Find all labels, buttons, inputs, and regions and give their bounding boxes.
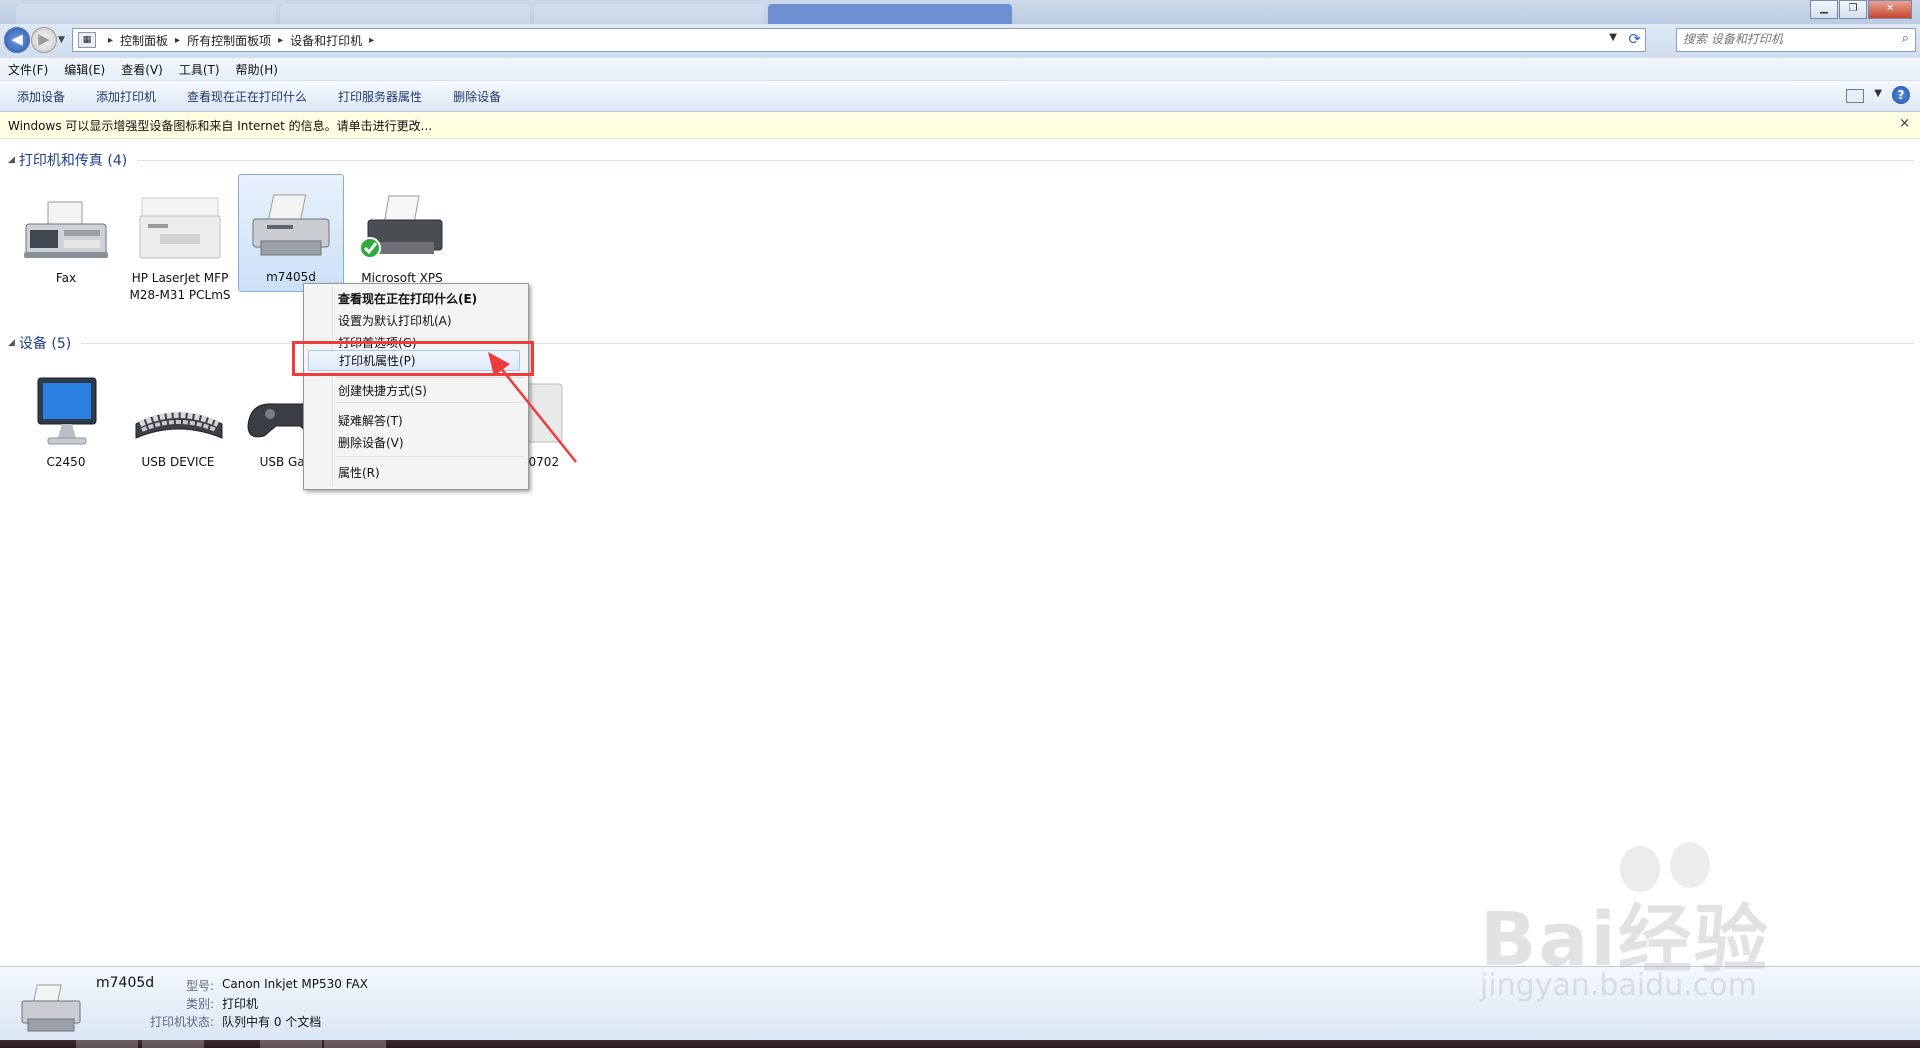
command-bar: 添加设备 添加打印机 查看现在正在打印什么 打印服务器属性 删除设备 ▼ ? — [0, 81, 1920, 112]
taskbar — [0, 1040, 1920, 1048]
watermark-paw-icon — [1670, 842, 1710, 888]
printer-icon — [132, 190, 228, 270]
details-category-label: 类别: — [185, 997, 214, 1011]
remove-device-button[interactable]: 删除设备 — [436, 88, 515, 105]
background-tab[interactable] — [534, 4, 764, 24]
breadcrumb-all-items[interactable]: 所有控制面板项 — [187, 32, 271, 49]
details-category-value: 打印机 — [222, 997, 259, 1011]
menu-bar: 文件(F) 编辑(E) 查看(V) 工具(T) 帮助(H) — [0, 58, 1920, 81]
menu-tools[interactable]: 工具(T) — [171, 61, 228, 78]
back-button[interactable]: ◀ — [4, 27, 30, 53]
details-model-value: Canon Inkjet MP530 FAX — [222, 977, 368, 991]
info-bar[interactable]: Windows 可以显示增强型设备图标和来自 Internet 的信息。请单击进… — [0, 112, 1920, 139]
add-device-button[interactable]: 添加设备 — [0, 88, 79, 105]
taskbar-button[interactable] — [324, 1040, 386, 1048]
taskbar-button[interactable] — [76, 1040, 138, 1048]
menu-item-troubleshoot[interactable]: 疑难解答(T) — [338, 412, 403, 429]
menu-item-properties[interactable]: 属性(R) — [338, 464, 380, 481]
menu-edit[interactable]: 编辑(E) — [56, 61, 113, 78]
details-status-label: 打印机状态: — [149, 1015, 214, 1029]
chevron-right-icon[interactable]: ▸ — [369, 35, 374, 46]
device-hp-laserjet[interactable]: HP LaserJet MFP M28-M31 PCLmS — [128, 190, 232, 304]
taskbar-button[interactable] — [260, 1040, 322, 1048]
group-title-devices: 设备 (5) — [18, 336, 72, 352]
chevron-right-icon[interactable]: ▸ — [108, 35, 113, 46]
chevron-right-icon[interactable]: ▸ — [175, 35, 180, 46]
printer-icon — [16, 981, 86, 1040]
menu-help[interactable]: 帮助(H) — [228, 61, 286, 78]
print-server-properties-button[interactable]: 打印服务器属性 — [321, 88, 436, 105]
details-pane: m7405d 型号: Canon Inkjet MP530 FAX 类别: 打印… — [0, 966, 1920, 1041]
browser-tab-strip: ▁ ❐ ✕ — [0, 0, 1920, 24]
see-whats-printing-button[interactable]: 查看现在正在打印什么 — [170, 88, 321, 105]
address-dropdown-icon[interactable]: ▼ — [1609, 32, 1617, 43]
search-input[interactable] — [1677, 29, 1879, 49]
device-microsoft-xps[interactable]: Microsoft XPS — [350, 190, 454, 287]
change-view-icon[interactable] — [1846, 89, 1864, 103]
collapse-triangle-icon[interactable]: ◢ — [8, 338, 15, 348]
menu-item-create-shortcut[interactable]: 创建快捷方式(S) — [338, 382, 427, 399]
background-tab[interactable] — [16, 4, 276, 24]
device-usb-device[interactable]: USB DEVICE — [126, 374, 230, 471]
device-label: HP LaserJet MFP M28-M31 PCLmS — [129, 271, 231, 302]
address-bar[interactable]: ▦ ▸ 控制面板 ▸ 所有控制面板项 ▸ 设备和打印机 ▸ ▼ ⟳ — [72, 28, 1646, 52]
device-m7405d[interactable]: m7405d — [238, 174, 344, 292]
help-icon[interactable]: ? — [1892, 86, 1910, 104]
control-panel-icon: ▦ — [78, 32, 96, 48]
close-button[interactable]: ✕ — [1868, 0, 1912, 19]
details-status-value: 队列中有 0 个文档 — [222, 1015, 322, 1029]
menu-item-see-printing[interactable]: 查看现在正在打印什么(E) — [338, 290, 477, 307]
background-tab[interactable] — [280, 4, 530, 24]
device-fax[interactable]: Fax — [14, 190, 118, 287]
breadcrumb-control-panel[interactable]: 控制面板 — [120, 32, 168, 49]
details-model-label: 型号: — [185, 979, 214, 993]
annotation-arrow — [488, 352, 577, 463]
fax-icon — [18, 190, 114, 270]
info-bar-close-icon[interactable]: × — [1899, 116, 1910, 131]
monitor-icon — [18, 374, 114, 454]
collapse-triangle-icon[interactable]: ◢ — [8, 155, 15, 165]
info-bar-text[interactable]: Windows 可以显示增强型设备图标和来自 Internet 的信息。请单击进… — [8, 117, 432, 134]
menu-gutter — [332, 286, 333, 487]
printer-icon — [243, 189, 339, 269]
menu-view[interactable]: 查看(V) — [113, 61, 171, 78]
printer-icon — [354, 190, 450, 270]
keyboard-icon — [130, 374, 226, 454]
breadcrumb-devices-printers[interactable]: 设备和打印机 — [290, 32, 362, 49]
group-divider — [137, 159, 1914, 161]
active-tab[interactable] — [768, 4, 1012, 24]
search-box[interactable]: ⌕ — [1676, 28, 1916, 52]
add-printer-button[interactable]: 添加打印机 — [79, 88, 170, 105]
watermark-paw-icon — [1620, 846, 1660, 892]
forward-button[interactable]: ▶ — [31, 27, 57, 53]
menu-file[interactable]: 文件(F) — [0, 61, 56, 78]
navigation-bar: ◀ ▶ ▼ ▦ ▸ 控制面板 ▸ 所有控制面板项 ▸ 设备和打印机 ▸ ▼ ⟳ … — [0, 24, 1920, 62]
device-label: USB DEVICE — [141, 455, 215, 469]
menu-item-set-default[interactable]: 设置为默认打印机(A) — [338, 312, 452, 329]
maximize-button[interactable]: ❐ — [1839, 0, 1867, 19]
device-label: Fax — [55, 271, 77, 285]
device-label: C2450 — [46, 455, 86, 469]
taskbar-button[interactable] — [142, 1040, 204, 1048]
view-dropdown-icon[interactable]: ▼ — [1874, 88, 1882, 99]
recent-pages-dropdown-icon[interactable]: ▼ — [58, 35, 65, 45]
group-title-printers: 打印机和传真 (4) — [18, 153, 128, 169]
group-header-printers[interactable]: ◢ 打印机和传真 (4) — [8, 150, 1914, 170]
refresh-icon[interactable]: ⟳ — [1628, 30, 1641, 48]
window-controls: ▁ ❐ ✕ — [1809, 0, 1912, 19]
menu-item-remove-device[interactable]: 删除设备(V) — [338, 434, 404, 451]
device-c2450[interactable]: C2450 — [14, 374, 118, 471]
chevron-right-icon[interactable]: ▸ — [278, 35, 283, 46]
search-icon[interactable]: ⌕ — [1902, 31, 1909, 46]
minimize-button[interactable]: ▁ — [1810, 0, 1838, 19]
